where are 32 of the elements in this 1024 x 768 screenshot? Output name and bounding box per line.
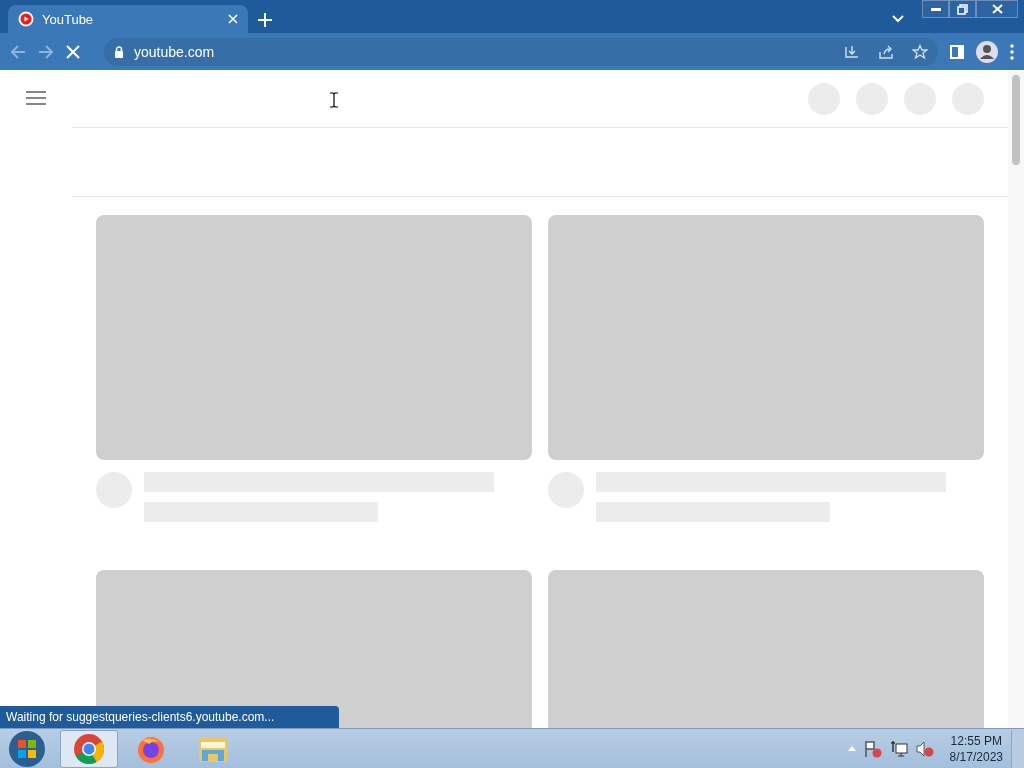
close-window-button[interactable] bbox=[976, 0, 1018, 18]
menu-icon[interactable] bbox=[26, 90, 46, 106]
text-cursor-icon bbox=[329, 92, 339, 108]
chrome-icon bbox=[73, 732, 105, 765]
status-bubble: Waiting for suggestqueries-clients6.youtube.com... bbox=[0, 706, 339, 728]
network-icon[interactable] bbox=[889, 739, 908, 758]
address-bar[interactable]: youtube.com bbox=[104, 37, 938, 66]
restore-icon bbox=[957, 3, 968, 15]
browser-tab[interactable]: YouTube bbox=[8, 5, 248, 33]
close-icon bbox=[991, 4, 1003, 14]
minimize-button[interactable] bbox=[922, 0, 949, 18]
menu-icon[interactable] bbox=[1010, 43, 1014, 60]
close-icon[interactable] bbox=[228, 14, 238, 24]
clock-time: 12:55 PM bbox=[950, 732, 1002, 749]
flag-icon[interactable] bbox=[863, 739, 882, 758]
clock-date: 8/17/2023 bbox=[949, 748, 1003, 765]
new-tab-icon[interactable] bbox=[258, 13, 272, 27]
minimize-icon bbox=[930, 7, 941, 11]
youtube-favicon-icon bbox=[18, 11, 34, 27]
start-button[interactable] bbox=[8, 729, 46, 768]
speaker-muted-icon[interactable] bbox=[915, 739, 934, 758]
star-icon[interactable] bbox=[912, 43, 928, 60]
install-icon[interactable] bbox=[844, 43, 860, 60]
taskbar-app[interactable] bbox=[60, 729, 118, 768]
tab-search-icon[interactable] bbox=[892, 15, 904, 23]
profile-icon[interactable] bbox=[976, 40, 998, 63]
side-panel-icon[interactable] bbox=[950, 44, 964, 59]
restore-button[interactable] bbox=[949, 0, 976, 18]
stop-icon[interactable] bbox=[66, 44, 80, 59]
lock-icon bbox=[114, 45, 124, 58]
share-icon[interactable] bbox=[878, 43, 894, 60]
scrollbar[interactable] bbox=[1008, 70, 1024, 728]
